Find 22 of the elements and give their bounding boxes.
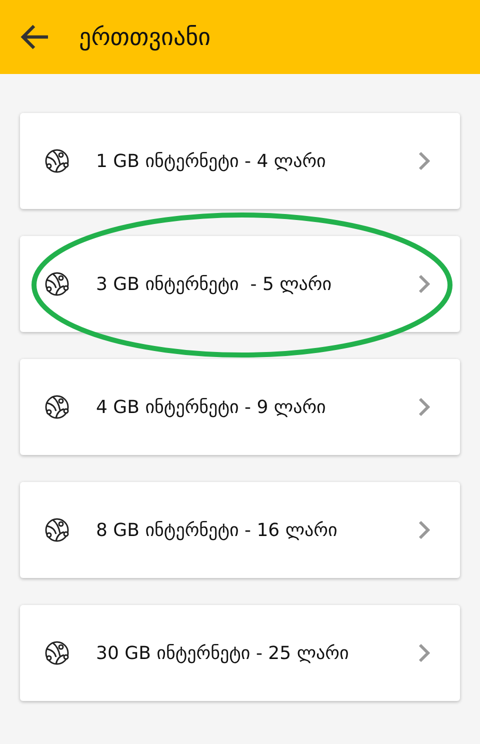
plan-card[interactable]: 4 GB ინტერნეტი - 9 ლარი <box>20 359 460 455</box>
plan-card[interactable]: 3 GB ინტერნეტი - 5 ლარი <box>20 236 460 332</box>
chevron-right-icon <box>418 643 430 663</box>
chevron-right-icon <box>418 151 430 171</box>
plan-label: 8 GB ინტერნეტი - 16 ლარი <box>96 518 338 542</box>
screen-title: ერთთვიანი <box>79 23 211 51</box>
plan-card[interactable]: 30 GB ინტერნეტი - 25 ლარი <box>20 605 460 701</box>
plan-label: 3 GB ინტერნეტი - 5 ლარი <box>96 272 333 296</box>
chevron-right-icon <box>418 397 430 417</box>
plan-label: 30 GB ინტერნეტი - 25 ლარი <box>96 642 350 666</box>
globe-network-icon <box>44 640 70 666</box>
plan-card[interactable]: 8 GB ინტერნეტი - 16 ლარი <box>20 482 460 578</box>
plan-card[interactable]: 1 GB ინტერნეტი - 4 ლარი <box>20 113 460 209</box>
globe-network-icon <box>44 517 70 543</box>
chevron-right-icon <box>418 274 430 294</box>
back-arrow-icon <box>20 24 50 50</box>
globe-network-icon <box>44 148 70 174</box>
globe-network-icon <box>44 271 70 297</box>
plan-label: 1 GB ინტერნეტი - 4 ლარი <box>96 150 327 174</box>
plan-label: 4 GB ინტერნეტი - 9 ლარი <box>96 396 327 420</box>
globe-network-icon <box>44 394 70 420</box>
chevron-right-icon <box>418 520 430 540</box>
